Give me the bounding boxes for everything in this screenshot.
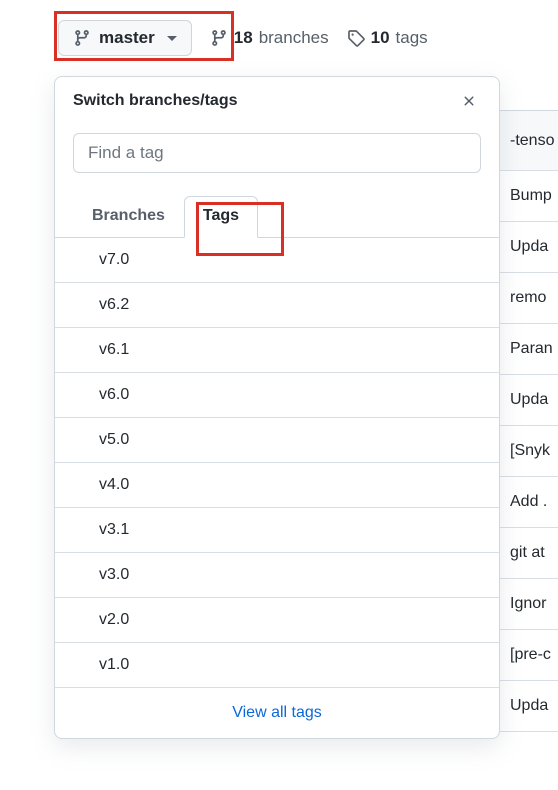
dropdown-title: Switch branches/tags <box>73 92 238 110</box>
branches-label: branches <box>259 28 329 48</box>
view-all-tags-link[interactable]: View all tags <box>55 688 499 738</box>
file-row[interactable]: Paran <box>500 324 558 375</box>
tag-item[interactable]: v4.0 <box>55 463 499 508</box>
close-button[interactable] <box>457 89 481 113</box>
branches-link[interactable]: 18 branches <box>210 28 329 48</box>
chevron-down-icon <box>167 36 177 41</box>
tag-item[interactable]: v3.1 <box>55 508 499 553</box>
branch-select-button[interactable]: master <box>58 20 192 56</box>
tag-item[interactable]: v3.0 <box>55 553 499 598</box>
file-row[interactable]: Upda <box>500 222 558 273</box>
git-branch-icon <box>73 29 91 47</box>
file-row[interactable]: [pre-c <box>500 630 558 681</box>
tags-link[interactable]: 10 tags <box>347 28 428 48</box>
file-row[interactable]: Bump <box>500 171 558 222</box>
branch-select-label: master <box>99 28 155 48</box>
dropdown-header: Switch branches/tags <box>55 77 499 125</box>
tag-item[interactable]: v6.1 <box>55 328 499 373</box>
file-row[interactable]: Add . <box>500 477 558 528</box>
tab-branches[interactable]: Branches <box>73 196 184 238</box>
file-row[interactable]: Upda <box>500 375 558 426</box>
tag-item[interactable]: v1.0 <box>55 643 499 688</box>
close-icon <box>461 93 477 109</box>
tag-item[interactable]: v6.0 <box>55 373 499 418</box>
file-row[interactable]: [Snyk <box>500 426 558 477</box>
tags-count: 10 <box>371 28 390 48</box>
tag-icon <box>347 29 365 47</box>
tags-label: tags <box>396 28 428 48</box>
file-row[interactable]: -tenso <box>500 111 558 171</box>
tag-search-input[interactable] <box>73 133 481 173</box>
branch-tag-dropdown: Switch branches/tags Branches Tags v7.0 … <box>54 76 500 739</box>
file-row[interactable]: remo <box>500 273 558 324</box>
file-row[interactable]: Ignor <box>500 579 558 630</box>
tab-tags[interactable]: Tags <box>184 196 258 238</box>
file-row[interactable]: Upda <box>500 681 558 732</box>
git-branch-icon <box>210 29 228 47</box>
tag-item[interactable]: v2.0 <box>55 598 499 643</box>
repo-toolbar: master 18 branches 10 tags <box>0 0 558 76</box>
tag-item[interactable]: v5.0 <box>55 418 499 463</box>
search-wrap <box>55 125 499 177</box>
tag-list: v7.0 v6.2 v6.1 v6.0 v5.0 v4.0 v3.1 v3.0 … <box>55 238 499 688</box>
tag-item[interactable]: v6.2 <box>55 283 499 328</box>
dropdown-tabs: Branches Tags <box>55 177 499 238</box>
tag-item[interactable]: v7.0 <box>55 238 499 283</box>
file-list-partial: -tenso Bump Upda remo Paran Upda [Snyk A… <box>500 110 558 732</box>
file-row[interactable]: git at <box>500 528 558 579</box>
branches-count: 18 <box>234 28 253 48</box>
